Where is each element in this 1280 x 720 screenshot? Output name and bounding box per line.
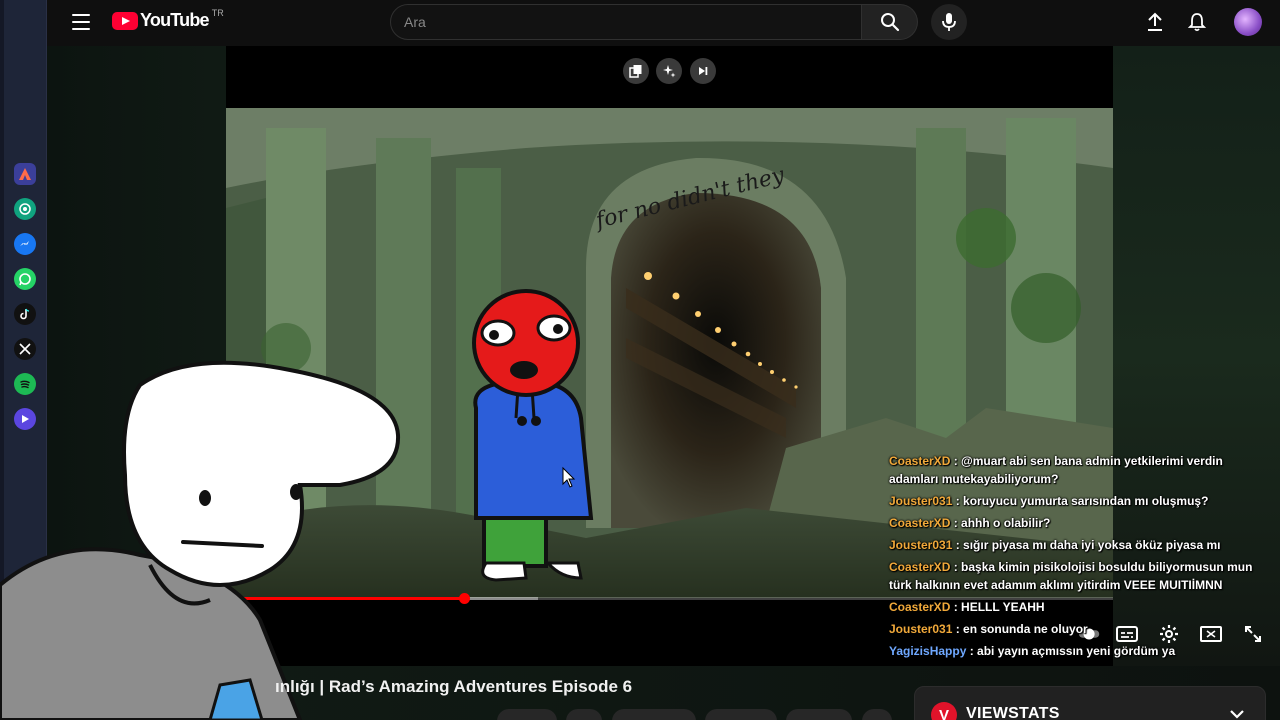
video-app-icon[interactable] xyxy=(14,408,36,430)
progress-fill xyxy=(226,597,464,600)
chat-message: CoasterXD : @muart abi sen bana admin ye… xyxy=(889,452,1274,488)
viewstats-logo-icon: V xyxy=(931,702,957,720)
chat-username: Jouster031 xyxy=(889,622,953,636)
chat-separator: : xyxy=(952,538,964,552)
whatsapp-icon[interactable] xyxy=(14,268,36,290)
bell-icon xyxy=(1187,13,1207,32)
chat-username: Jouster031 xyxy=(889,538,953,552)
upload-icon xyxy=(1148,12,1162,31)
youtube-logo[interactable]: YouTube TR xyxy=(112,7,224,31)
chat-message: Jouster031 : en sonunda ne oluyor xyxy=(889,620,1274,638)
chat-message: YagizisHappy : abi yayın açmıssın yeni g… xyxy=(889,642,1274,660)
chat-username: YagizisHappy xyxy=(889,644,967,658)
tiktok-icon[interactable] xyxy=(14,303,36,325)
chat-username: CoasterXD xyxy=(889,560,951,574)
download-button[interactable] xyxy=(705,709,777,720)
search-input[interactable] xyxy=(391,5,861,39)
chevron-down-icon[interactable] xyxy=(1229,707,1245,720)
chat-username: CoasterXD xyxy=(889,516,951,530)
youtube-play-icon xyxy=(112,11,138,30)
chat-text: HELLL YEAHH xyxy=(961,600,1045,614)
chat-message: CoasterXD : HELLL YEAHH xyxy=(889,598,1274,616)
chat-separator: : xyxy=(966,644,978,658)
logo-text: YouTube xyxy=(140,10,210,30)
more-actions-button[interactable] xyxy=(862,709,892,720)
like-button[interactable] xyxy=(497,709,557,720)
voice-search-button[interactable] xyxy=(931,4,967,40)
search-button[interactable] xyxy=(862,4,918,40)
chat-text: en sonunda ne oluyor xyxy=(963,622,1088,636)
app-launcher-icon[interactable] xyxy=(14,163,36,185)
search-box xyxy=(390,4,862,40)
scrubber-handle[interactable] xyxy=(458,593,470,604)
chat-separator: : xyxy=(950,454,962,468)
region-code: TR xyxy=(211,7,224,18)
chat-text: sığır piyasa mı daha iyi yoksa öküz piya… xyxy=(963,538,1221,552)
upload-button[interactable] xyxy=(1144,11,1166,33)
microphone-icon xyxy=(942,13,956,31)
chat-message: CoasterXD : başka kimin pisikolojisi bos… xyxy=(889,558,1274,594)
chat-separator: : xyxy=(952,622,964,636)
account-avatar[interactable] xyxy=(1234,8,1262,36)
chatgpt-icon[interactable] xyxy=(14,198,36,220)
viewstats-title: VIEWSTATS xyxy=(966,705,1060,720)
chat-separator: : xyxy=(950,600,962,614)
ai-summary-button[interactable] xyxy=(656,58,682,84)
search-icon xyxy=(880,13,899,32)
app-dock xyxy=(0,0,47,720)
chat-text: abi yayın açmıssın yeni gördüm ya xyxy=(977,644,1176,658)
x-icon[interactable] xyxy=(14,338,36,360)
chat-message: Jouster031 : sığır piyasa mı daha iyi yo… xyxy=(889,536,1274,554)
chat-message: Jouster031 : koruyucu yumurta sarısından… xyxy=(889,492,1274,510)
youtube-header: YouTube TR xyxy=(47,0,1280,46)
copy-icon xyxy=(629,65,642,78)
messenger-icon[interactable] xyxy=(14,233,36,255)
skip-button[interactable] xyxy=(690,58,716,84)
skip-next-icon xyxy=(699,67,708,75)
stream-chat-overlay: CoasterXD : @muart abi sen bana admin ye… xyxy=(889,452,1274,664)
sparkle-icon xyxy=(663,65,676,78)
menu-icon[interactable] xyxy=(72,14,90,30)
chat-username: CoasterXD xyxy=(889,600,951,614)
dislike-button[interactable] xyxy=(566,709,602,720)
chat-separator: : xyxy=(950,560,962,574)
clip-button[interactable] xyxy=(786,709,852,720)
notifications-button[interactable] xyxy=(1186,11,1208,33)
chat-message: CoasterXD : ahhh o olabilir? xyxy=(889,514,1274,532)
chat-separator: : xyxy=(950,516,962,530)
viewstats-panel[interactable]: V VIEWSTATS xyxy=(914,686,1266,720)
chat-text: ahhh o olabilir? xyxy=(961,516,1051,530)
chat-username: CoasterXD xyxy=(889,454,951,468)
chat-text: koruyucu yumurta sarısından mı oluşmuş? xyxy=(963,494,1209,508)
video-title: ınlığı | Rad’s Amazing Adventures Episod… xyxy=(275,677,633,696)
spotify-icon[interactable] xyxy=(14,373,36,395)
chat-username: Jouster031 xyxy=(889,494,953,508)
share-button[interactable] xyxy=(612,709,696,720)
chat-separator: : xyxy=(952,494,964,508)
dock-edge xyxy=(0,0,4,720)
miniplayer-button[interactable] xyxy=(623,58,649,84)
